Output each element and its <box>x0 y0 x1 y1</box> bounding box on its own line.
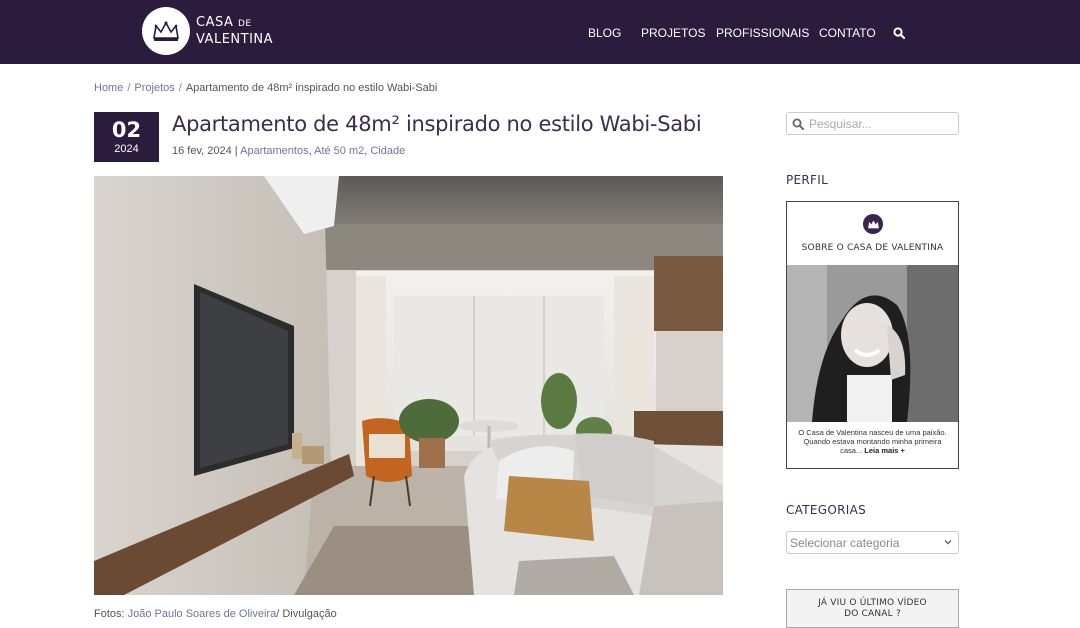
category-select-value: Selecionar categoria <box>790 536 900 550</box>
category-link-apartamentos[interactable]: Apartamentos <box>240 145 308 157</box>
categories-heading: CATEGORIAS <box>786 503 867 517</box>
search-icon[interactable] <box>893 27 905 39</box>
read-more-link[interactable]: Leia mais + <box>864 446 905 455</box>
search-icon[interactable] <box>792 118 804 130</box>
video-line1: JÁ VIU O ÚLTIMO VÍDEO <box>818 598 927 608</box>
latest-video-text: JÁ VIU O ÚLTIMO VÍDEO DO CANAL ? <box>787 598 958 620</box>
site-logo[interactable] <box>142 7 190 55</box>
post-title: Apartamento de 48m² inspirado no estilo … <box>172 112 702 136</box>
latest-video-box[interactable]: JÁ VIU O ÚLTIMO VÍDEO DO CANAL ? <box>786 589 959 628</box>
chevron-down-icon <box>944 540 952 545</box>
category-link-cidade[interactable]: Cidade <box>370 145 405 157</box>
category-link-ate-50m2[interactable]: Até 50 m2 <box>314 145 364 157</box>
living-room-illustration <box>94 176 723 595</box>
crown-icon <box>867 220 879 229</box>
breadcrumb-current: Apartamento de 48m² inspirado no estilo … <box>185 82 438 94</box>
breadcrumb-separator: / <box>178 82 182 94</box>
brand-line1-small: DE <box>238 19 252 29</box>
photo-credits: Fotos: João Paulo Soares de Oliveira/ Di… <box>94 608 337 620</box>
nav-item-projetos[interactable]: PROJETOS <box>641 26 705 40</box>
nav-item-blog[interactable]: BLOG <box>588 26 621 40</box>
profile-photo <box>787 265 958 422</box>
profile-text: O Casa de Valentina nasceu de uma paixão… <box>793 428 952 455</box>
post-meta: 16 fev, 2024 | Apartamentos, Até 50 m2, … <box>172 145 405 157</box>
sidebar-search <box>786 112 959 135</box>
date-year: 2024 <box>114 143 139 155</box>
breadcrumb: Home / Projetos / Apartamento de 48m² inspir… <box>94 82 437 94</box>
site-name[interactable]: CASA DE VALENTINA <box>196 15 273 47</box>
brand-line1: CASA <box>196 15 234 30</box>
nav-item-profissionais[interactable]: PROFISSIONAIS <box>716 26 809 40</box>
profile-heading: PERFIL <box>786 173 829 187</box>
post-date: 16 fev, 2024 <box>172 145 232 157</box>
video-line2: DO CANAL ? <box>844 609 901 619</box>
profile-title: SOBRE O CASA DE VALENTINA <box>801 243 944 253</box>
breadcrumb-separator: / <box>127 82 131 94</box>
top-navbar: CASA DE VALENTINA BLOG PROJETOS PROFISSI… <box>0 0 1080 64</box>
crown-icon <box>153 21 179 41</box>
date-day: 02 <box>111 118 142 142</box>
profile-card[interactable]: SOBRE O CASA DE VALENTINA O Casa de Vale… <box>786 201 959 469</box>
brand-line2: VALENTINA <box>196 32 274 47</box>
search-input[interactable] <box>809 116 955 132</box>
credits-author-link[interactable]: João Paulo Soares de Oliveira <box>128 608 277 620</box>
breadcrumb-projetos[interactable]: Projetos <box>134 82 174 94</box>
credits-suffix: / Divulgação <box>276 608 337 620</box>
breadcrumb-home[interactable]: Home <box>94 82 123 94</box>
category-select[interactable]: Selecionar categoria <box>786 531 959 554</box>
date-badge: 02 2024 <box>94 112 159 162</box>
featured-photo[interactable] <box>94 176 723 595</box>
nav-item-contato[interactable]: CONTATO <box>819 26 876 40</box>
meta-separator: | <box>231 145 241 157</box>
credits-label: Fotos: <box>94 608 128 620</box>
profile-logo <box>863 214 883 234</box>
profile-portrait <box>787 265 958 422</box>
